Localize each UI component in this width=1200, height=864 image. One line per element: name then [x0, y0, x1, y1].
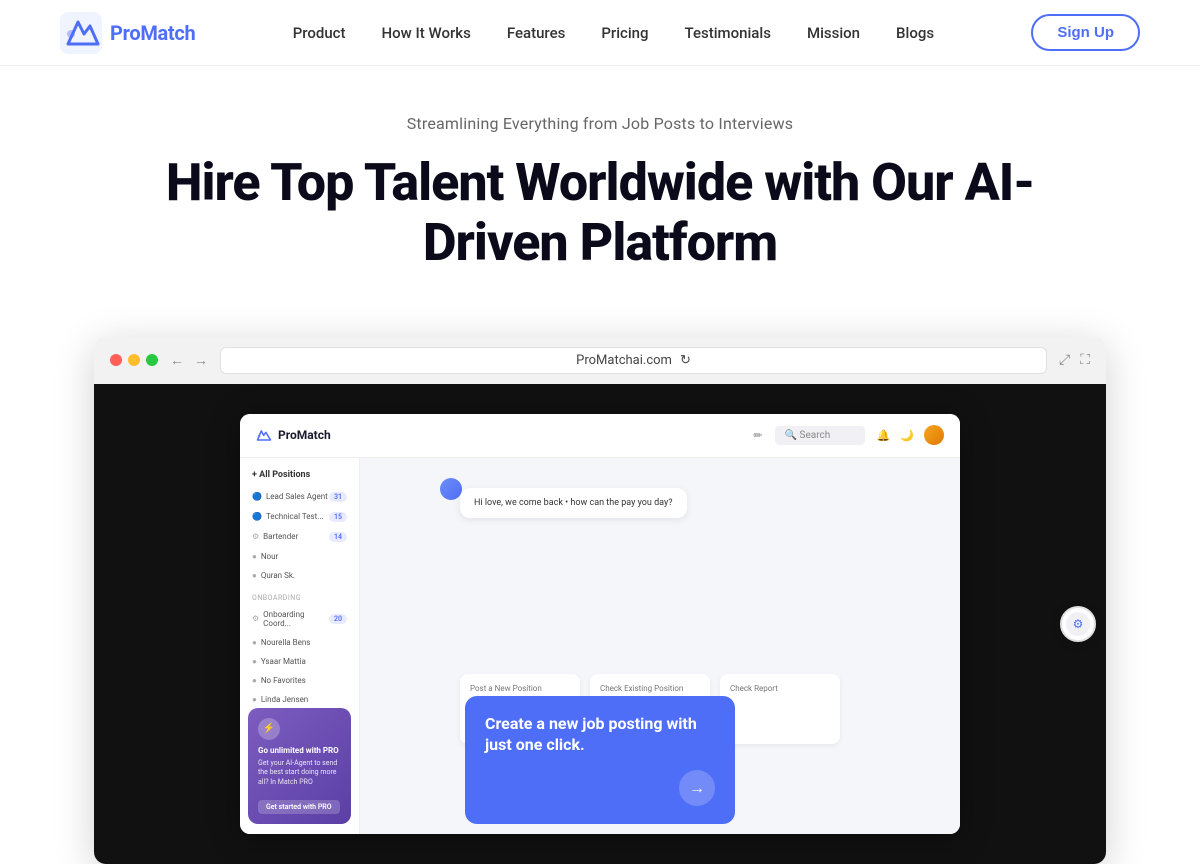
- sidebar-item-0[interactable]: 🔵 Lead Sales Agent 31: [248, 488, 351, 506]
- browser-bar: ← → ProMatchai.com ↻ ⤢ ⛶: [94, 337, 1106, 384]
- pro-card: ⚡ Go unlimited with PRO Get your AI-Agen…: [248, 708, 351, 824]
- app-nav: ProMatch ✏ 🔍 Search 🔔 🌙: [240, 414, 960, 458]
- inner-app-mockup: ProMatch ✏ 🔍 Search 🔔 🌙: [240, 414, 960, 834]
- chat-avatar: [440, 478, 462, 500]
- browser-dots: [110, 354, 158, 366]
- new-tab-icon[interactable]: ⤢: [1059, 352, 1070, 368]
- card-2-title: Check Report: [730, 684, 830, 693]
- nav-mission[interactable]: Mission: [807, 24, 860, 42]
- browser-actions: ⤢ ⛶: [1059, 352, 1090, 368]
- app-logo: ProMatch: [256, 427, 331, 443]
- sidebar-item-4[interactable]: ● Quran Sk.: [248, 567, 351, 584]
- widget-inner: ⚙: [1066, 612, 1090, 636]
- hero-section: Streamlining Everything from Job Posts t…: [0, 66, 1200, 305]
- card-1-title: Check Existing Position: [600, 684, 700, 693]
- refresh-icon[interactable]: ↻: [680, 353, 691, 368]
- minimize-dot[interactable]: [128, 354, 140, 366]
- sidebar-section-item-4[interactable]: ● Linda Jensen: [248, 691, 351, 708]
- logo-icon: [60, 12, 102, 54]
- browser-mockup: ← → ProMatchai.com ↻ ⤢ ⛶: [94, 337, 1106, 864]
- edit-icon[interactable]: ✏: [753, 429, 762, 442]
- hero-subtitle: Streamlining Everything from Job Posts t…: [60, 114, 1140, 133]
- sidebar-item-2[interactable]: ⚙ Bartender 14: [248, 528, 351, 546]
- header: ProMatch Product How It Works Features P…: [0, 0, 1200, 66]
- maximize-dot[interactable]: [146, 354, 158, 366]
- pro-button[interactable]: Get started with PRO: [258, 800, 340, 814]
- card-2[interactable]: Check Report: [720, 674, 840, 744]
- sidebar-header: + All Positions: [248, 470, 351, 480]
- app-sidebar: + All Positions 🔵 Lead Sales Agent 31 🔵: [240, 458, 360, 834]
- sidebar-section-title: Onboarding: [248, 594, 351, 602]
- moon-icon[interactable]: 🌙: [900, 429, 914, 442]
- sidebar-section-item-0[interactable]: ⚙ Onboarding Coord... 20: [248, 606, 351, 632]
- bell-icon[interactable]: 🔔: [877, 429, 891, 442]
- sidebar-section-item-3[interactable]: ● No Favorites: [248, 672, 351, 689]
- app-logo-text: ProMatch: [278, 428, 331, 442]
- nav-testimonials[interactable]: Testimonials: [685, 24, 771, 42]
- close-dot[interactable]: [110, 354, 122, 366]
- forward-button[interactable]: →: [194, 352, 208, 369]
- sidebar-item-1[interactable]: 🔵 Technical Test... 15: [248, 508, 351, 526]
- card-0-title: Post a New Position: [470, 684, 570, 693]
- cta-arrow-button[interactable]: →: [679, 770, 715, 806]
- logo[interactable]: ProMatch: [60, 12, 195, 54]
- app-search-bar[interactable]: 🔍 Search: [775, 426, 865, 445]
- browser-nav: ← →: [170, 352, 208, 369]
- sidebar-section-item-1[interactable]: ● Nourella Bens: [248, 634, 351, 651]
- user-avatar[interactable]: [924, 425, 944, 445]
- url-bar[interactable]: ProMatchai.com ↻: [220, 347, 1047, 374]
- sidebar-section-item-2[interactable]: ● Ysaar Mattia: [248, 653, 351, 670]
- fullscreen-icon[interactable]: ⛶: [1080, 352, 1090, 368]
- nav-how-it-works[interactable]: How It Works: [382, 24, 471, 42]
- chat-bubble: Hi love, we come back • how can the pay …: [460, 488, 687, 518]
- nav-blogs[interactable]: Blogs: [896, 24, 934, 42]
- cta-title: Create a new job posting with just one c…: [485, 714, 715, 756]
- app-main: Hi love, we come back • how can the pay …: [360, 458, 960, 834]
- logo-text: ProMatch: [110, 21, 195, 45]
- browser-content: ProMatch ✏ 🔍 Search 🔔 🌙: [94, 384, 1106, 864]
- cta-card: Create a new job posting with just one c…: [465, 696, 735, 824]
- app-nav-icons: 🔔 🌙: [877, 425, 944, 445]
- nav-pricing[interactable]: Pricing: [601, 24, 648, 42]
- chat-message: Hi love, we come back • how can the pay …: [474, 498, 673, 508]
- main-nav: Product How It Works Features Pricing Te…: [293, 24, 934, 42]
- nav-product[interactable]: Product: [293, 24, 346, 42]
- pro-title: Go unlimited with PRO: [258, 746, 341, 755]
- pro-icon: ⚡: [258, 718, 280, 740]
- app-body: + All Positions 🔵 Lead Sales Agent 31 🔵: [240, 458, 960, 834]
- hero-title: Hire Top Talent Worldwide with Our AI-Dr…: [150, 153, 1050, 273]
- nav-features[interactable]: Features: [507, 24, 565, 42]
- search-placeholder: Search: [800, 430, 831, 441]
- search-icon: 🔍: [785, 430, 797, 441]
- url-text: ProMatchai.com: [576, 353, 672, 368]
- back-button[interactable]: ←: [170, 352, 184, 369]
- sidebar-section: Onboarding ⚙ Onboarding Coord... 20: [248, 594, 351, 708]
- sidebar-item-3[interactable]: ● Nour: [248, 548, 351, 565]
- floating-widget[interactable]: ⚙: [1060, 606, 1096, 642]
- pro-text: Get your AI-Agent to send the best start…: [258, 759, 341, 788]
- signup-button[interactable]: Sign Up: [1031, 14, 1140, 51]
